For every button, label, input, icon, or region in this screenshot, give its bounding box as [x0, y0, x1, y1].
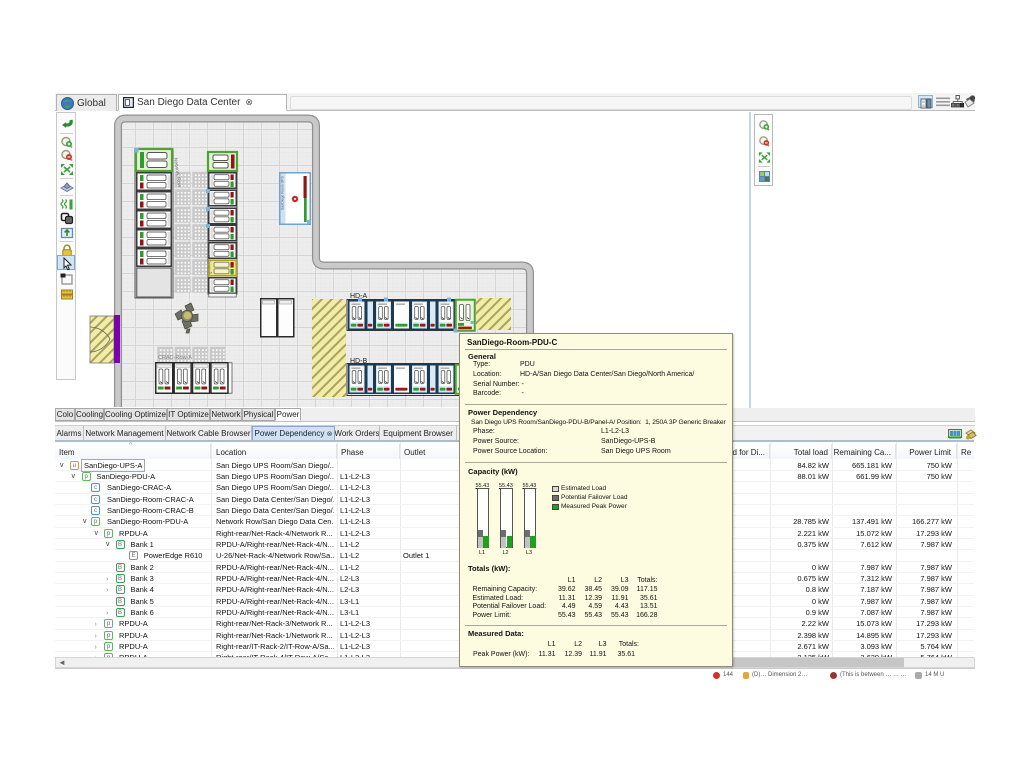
- svg-text:SanDiego Room UPS: SanDiego Room UPS: [281, 175, 285, 210]
- svg-text:CRAC-Row-A: CRAC-Row-A: [158, 355, 192, 361]
